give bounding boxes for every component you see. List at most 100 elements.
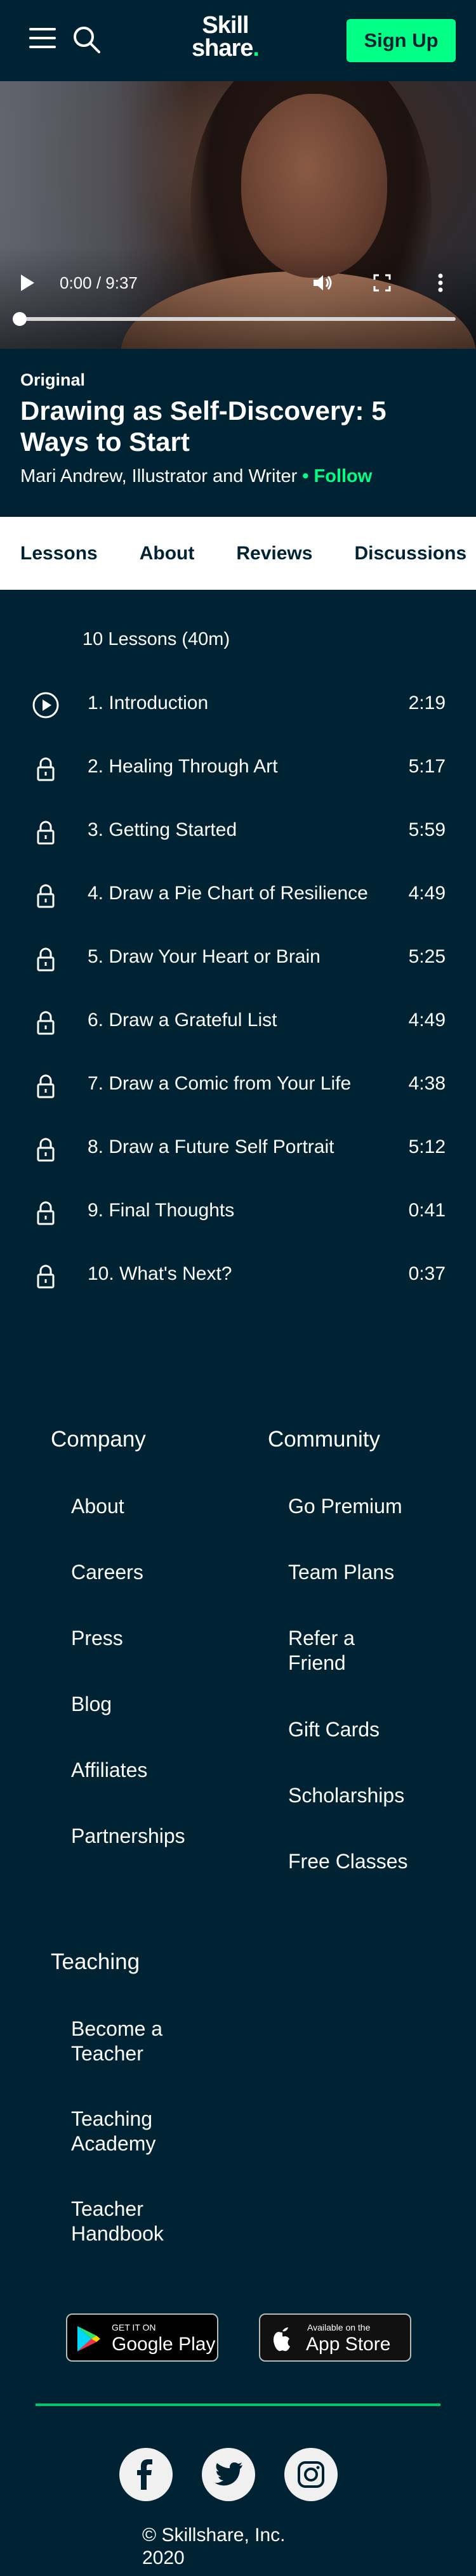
original-badge: Original bbox=[20, 370, 86, 389]
footer-link-gift-cards[interactable]: Gift Cards bbox=[288, 1717, 415, 1742]
footer-link-about[interactable]: About bbox=[71, 1494, 198, 1519]
footer-link-free-classes[interactable]: Free Classes bbox=[288, 1849, 415, 1874]
class-tabs: Lessons About Reviews Discussions bbox=[0, 517, 476, 590]
class-info: Original Drawing as Self-Discovery: 5 Wa… bbox=[0, 349, 476, 517]
google-play-small: GET IT ON bbox=[112, 2322, 156, 2332]
tab-reviews[interactable]: Reviews bbox=[236, 543, 312, 564]
lock-icon bbox=[32, 1262, 60, 1290]
lesson-item[interactable]: 5. Draw Your Heart or Brain 5:25 bbox=[0, 926, 476, 989]
footer-link-blog[interactable]: Blog bbox=[71, 1692, 198, 1717]
lesson-duration: 5:59 bbox=[408, 819, 446, 840]
teacher-name[interactable]: Mari Andrew, Illustrator and Writer bbox=[20, 466, 297, 486]
footer-link-refer-a-friend[interactable]: Refer a Friend bbox=[288, 1626, 383, 1675]
play-circle-icon bbox=[32, 691, 60, 719]
lesson-title: 5. Draw Your Heart or Brain bbox=[88, 946, 321, 967]
lock-icon bbox=[32, 881, 60, 909]
app-store-small: Available on the bbox=[307, 2322, 371, 2332]
lock-icon bbox=[32, 945, 60, 973]
lesson-duration: 4:49 bbox=[408, 1010, 446, 1031]
footer-link-press[interactable]: Press bbox=[71, 1626, 198, 1651]
follow-link[interactable]: Follow bbox=[314, 466, 373, 486]
lesson-item[interactable]: 10. What's Next? 0:37 bbox=[0, 1243, 476, 1306]
footer-heading-company: Company bbox=[51, 1427, 146, 1452]
progress-knob[interactable] bbox=[13, 312, 27, 326]
lock-icon bbox=[32, 1199, 60, 1226]
copyright-line1: © Skillshare, Inc. bbox=[142, 2525, 286, 2546]
hamburger-menu-icon[interactable] bbox=[29, 28, 56, 49]
lock-icon bbox=[32, 1135, 60, 1163]
lesson-duration: 0:37 bbox=[408, 1263, 446, 1284]
logo-line2: share bbox=[192, 35, 253, 62]
footer-link-team-plans[interactable]: Team Plans bbox=[288, 1560, 415, 1585]
lock-icon bbox=[32, 1008, 60, 1036]
video-progress-bar[interactable] bbox=[13, 312, 456, 326]
class-title: Drawing as Self-Discovery: 5 Ways to Sta… bbox=[20, 396, 387, 457]
footer-heading-teaching: Teaching bbox=[51, 1949, 140, 1974]
lesson-duration: 5:17 bbox=[408, 756, 446, 777]
facebook-icon[interactable] bbox=[119, 2448, 173, 2501]
instagram-icon[interactable] bbox=[284, 2448, 338, 2501]
footer-link-teaching-academy[interactable]: Teaching Academy bbox=[71, 2107, 179, 2156]
sign-up-button[interactable]: Sign Up bbox=[347, 19, 456, 62]
lesson-title: 6. Draw a Grateful List bbox=[88, 1010, 277, 1031]
footer-heading-community: Community bbox=[268, 1427, 380, 1452]
lesson-duration: 5:25 bbox=[408, 946, 446, 967]
tab-discussions[interactable]: Discussions bbox=[354, 543, 466, 564]
footer-link-affiliates[interactable]: Affiliates bbox=[71, 1758, 198, 1783]
lesson-title: 1. Introduction bbox=[88, 693, 209, 713]
app-store-badge[interactable]: Available on the App Store bbox=[259, 2313, 411, 2362]
play-icon[interactable] bbox=[19, 270, 41, 296]
lesson-duration: 2:19 bbox=[408, 693, 446, 713]
volume-icon[interactable] bbox=[312, 270, 338, 296]
lock-icon bbox=[32, 755, 60, 783]
more-options-icon[interactable] bbox=[438, 270, 451, 296]
tab-about[interactable]: About bbox=[140, 543, 195, 564]
lesson-title: 4. Draw a Pie Chart of Resilience bbox=[88, 883, 368, 904]
lock-icon bbox=[32, 818, 60, 846]
footer-divider bbox=[36, 2404, 440, 2406]
footer-link-scholarships[interactable]: Scholarships bbox=[288, 1783, 415, 1808]
apple-icon bbox=[273, 2327, 290, 2352]
lesson-title: 7. Draw a Comic from Your Life bbox=[88, 1073, 352, 1094]
google-play-icon bbox=[77, 2326, 100, 2352]
twitter-icon[interactable] bbox=[202, 2448, 255, 2501]
video-time: 0:00 / 9:37 bbox=[60, 273, 138, 292]
copyright: © Skillshare, Inc. 2020 bbox=[142, 2524, 286, 2570]
lesson-title: 9. Final Thoughts bbox=[88, 1200, 235, 1221]
lesson-duration: 5:12 bbox=[408, 1136, 446, 1157]
lesson-item[interactable]: 4. Draw a Pie Chart of Resilience 4:49 bbox=[0, 862, 476, 926]
logo-line1: Skill bbox=[202, 12, 249, 39]
footer-link-teacher-handbook[interactable]: Teacher Handbook bbox=[71, 2197, 179, 2246]
logo-dot: . bbox=[253, 35, 260, 62]
copyright-line2: 2020 bbox=[142, 2547, 185, 2568]
top-header: Skill share. Sign Up bbox=[0, 0, 476, 81]
lesson-duration: 0:41 bbox=[408, 1200, 446, 1221]
google-play-badge[interactable]: GET IT ON Google Play bbox=[66, 2313, 218, 2362]
video-player[interactable]: 0:00 / 9:37 bbox=[0, 81, 476, 349]
lesson-item[interactable]: 9. Final Thoughts 0:41 bbox=[0, 1180, 476, 1243]
lesson-item[interactable]: 2. Healing Through Art 5:17 bbox=[0, 736, 476, 799]
lesson-title: 10. What's Next? bbox=[88, 1263, 232, 1284]
google-play-big: Google Play bbox=[112, 2334, 216, 2355]
follow-separator: • bbox=[297, 466, 314, 486]
fullscreen-icon[interactable] bbox=[373, 270, 399, 296]
skillshare-logo[interactable]: Skill share. bbox=[178, 12, 273, 62]
lesson-duration: 4:49 bbox=[408, 883, 446, 904]
lesson-item[interactable]: 8. Draw a Future Self Portrait 5:12 bbox=[0, 1116, 476, 1180]
teacher-line: Mari Andrew, Illustrator and Writer • Fo… bbox=[20, 466, 456, 487]
footer-link-partnerships[interactable]: Partnerships bbox=[71, 1824, 198, 1849]
lock-icon bbox=[32, 1072, 60, 1100]
search-icon[interactable] bbox=[71, 24, 103, 56]
lesson-item[interactable]: 6. Draw a Grateful List 4:49 bbox=[0, 989, 476, 1053]
footer-link-go-premium[interactable]: Go Premium bbox=[288, 1494, 415, 1519]
lesson-duration: 4:38 bbox=[408, 1073, 446, 1094]
footer-link-become-a-teacher[interactable]: Become a Teacher bbox=[71, 2017, 179, 2066]
lesson-item[interactable]: 7. Draw a Comic from Your Life 4:38 bbox=[0, 1053, 476, 1116]
footer-link-careers[interactable]: Careers bbox=[71, 1560, 198, 1585]
lesson-title: 2. Healing Through Art bbox=[88, 756, 278, 777]
tab-lessons[interactable]: Lessons bbox=[20, 543, 98, 564]
lessons-count: 10 Lessons (40m) bbox=[83, 629, 230, 649]
lesson-item[interactable]: 3. Getting Started 5:59 bbox=[0, 799, 476, 862]
lesson-item[interactable]: 1. Introduction 2:19 bbox=[0, 672, 476, 736]
lesson-title: 8. Draw a Future Self Portrait bbox=[88, 1136, 334, 1157]
